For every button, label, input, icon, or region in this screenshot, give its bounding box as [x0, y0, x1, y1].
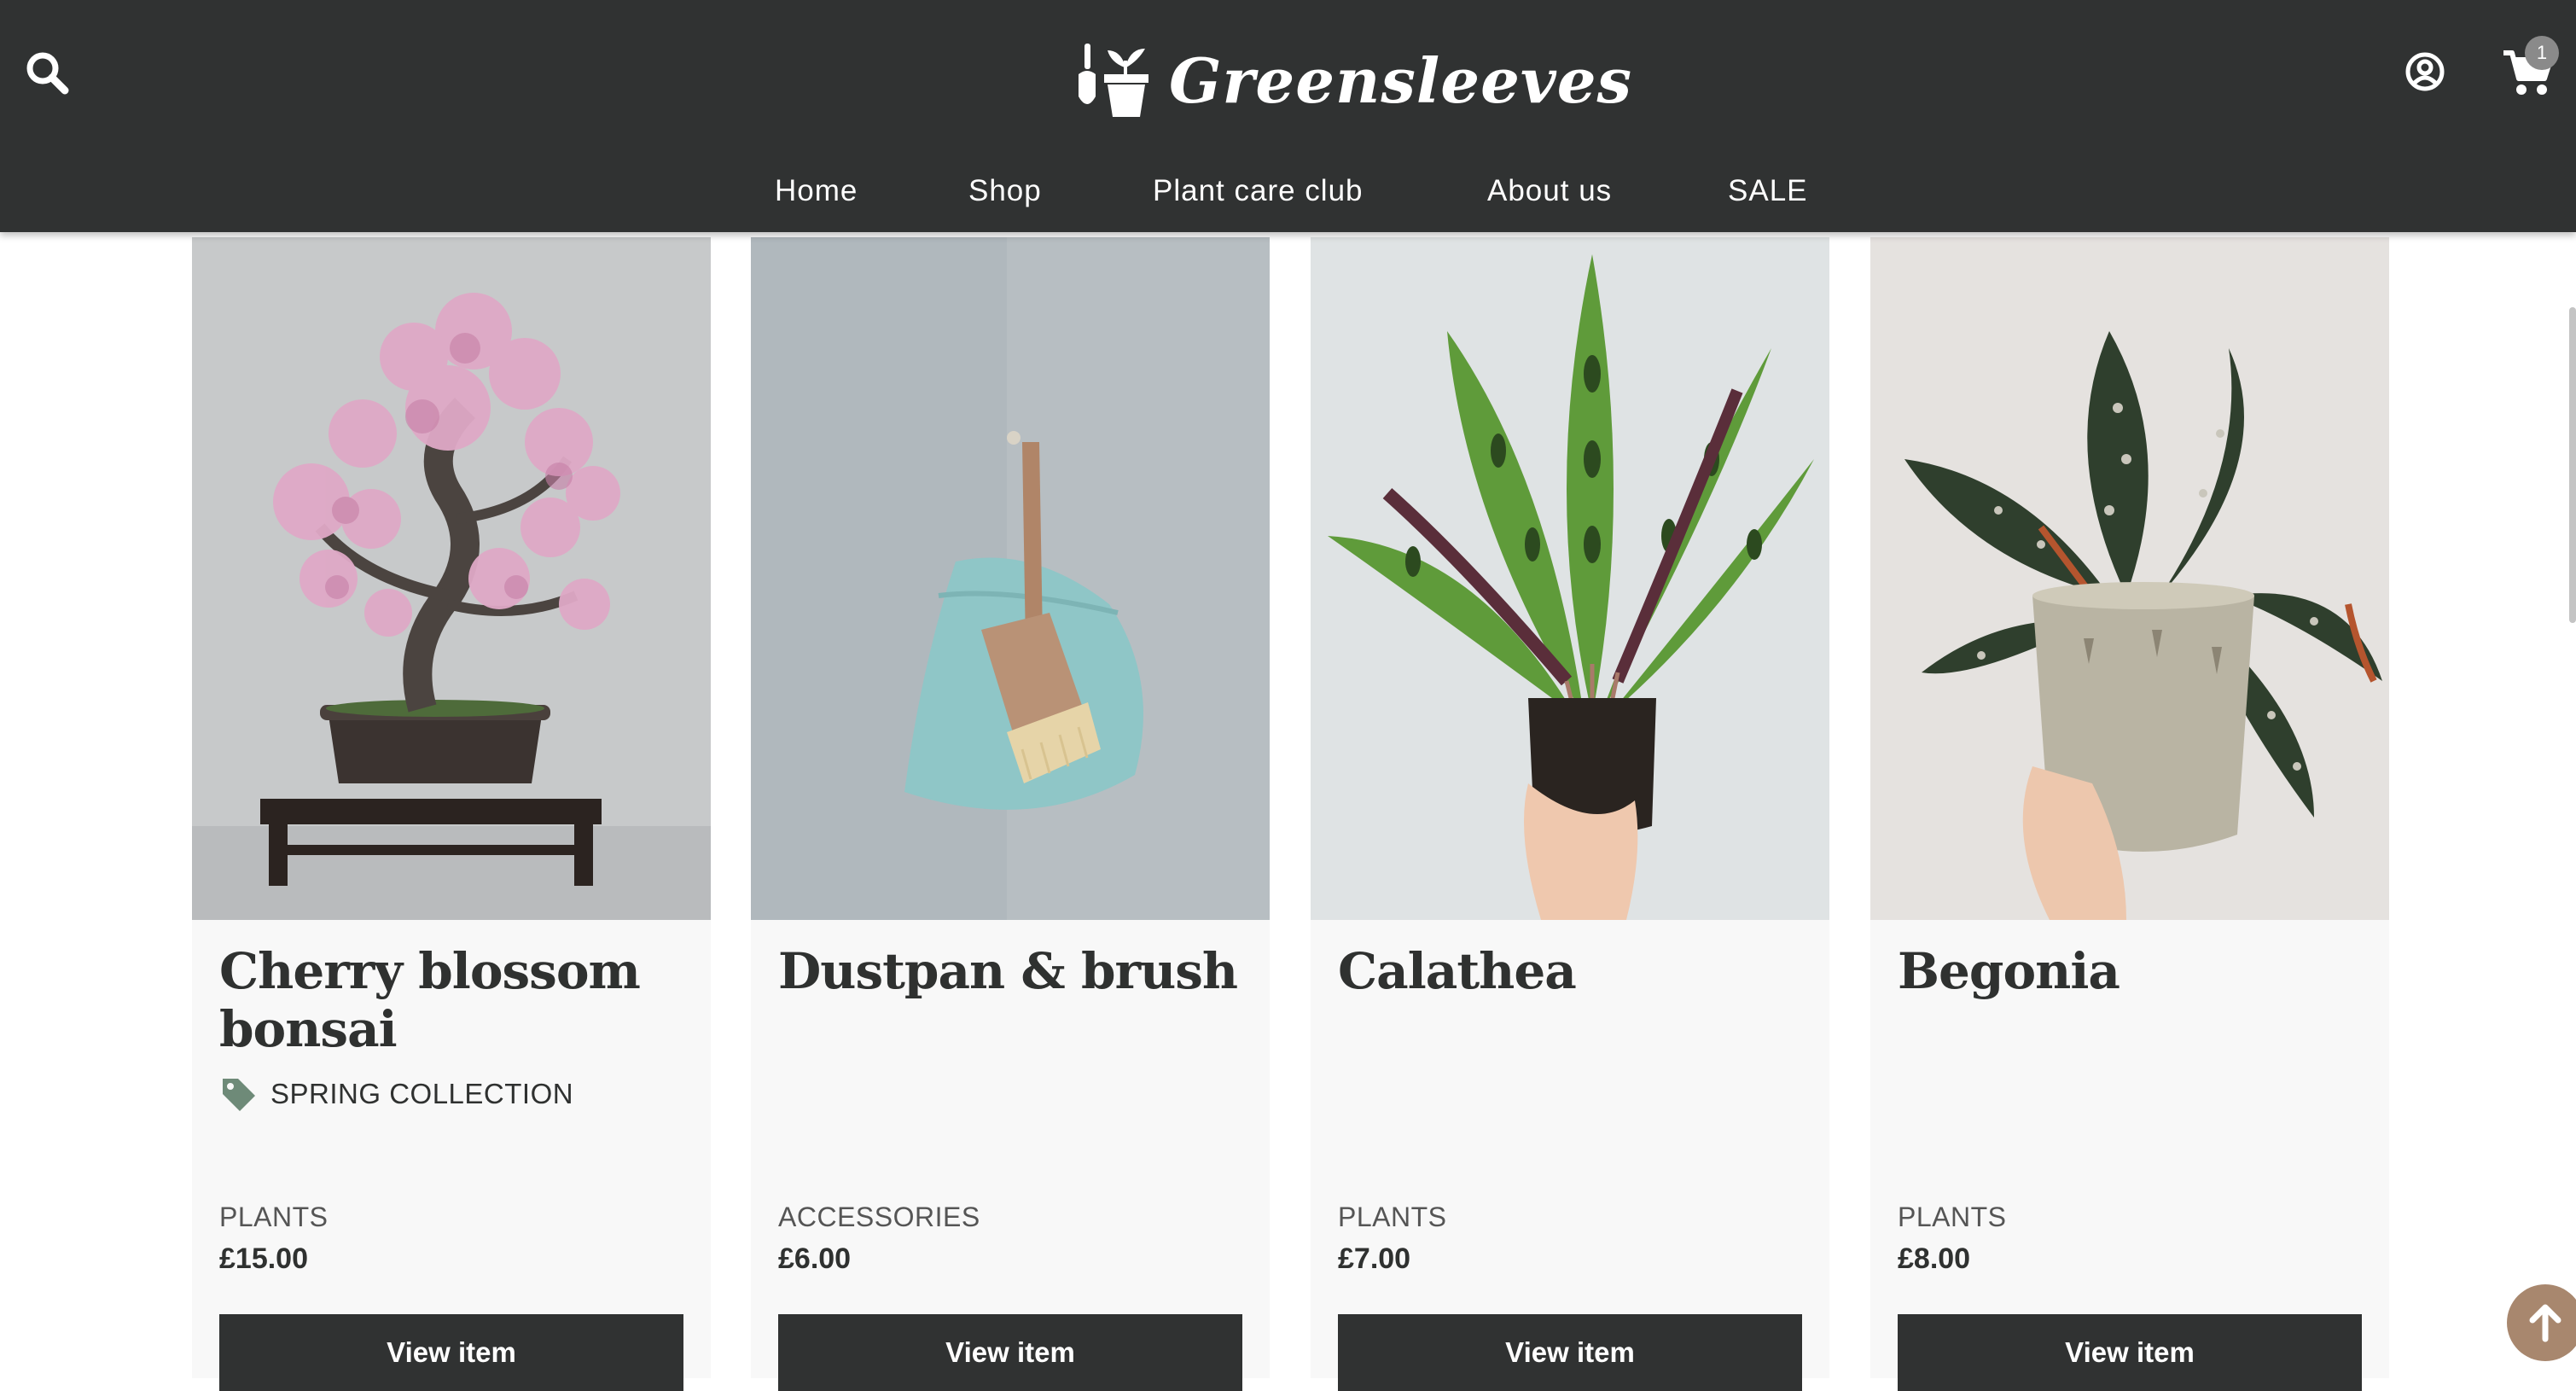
nav-home[interactable]: Home	[775, 166, 858, 217]
dustpan-and-brush-photo[interactable]	[751, 237, 1270, 920]
logo-icon	[1079, 44, 1148, 117]
brand-logo[interactable]: Greensleeves	[1077, 38, 1632, 123]
nav-plant-care-club[interactable]: Plant care club	[1153, 166, 1364, 217]
product-price: £7.00	[1338, 1243, 1411, 1275]
nav-shop[interactable]: Shop	[968, 166, 1042, 217]
tag-icon	[223, 1079, 255, 1111]
main-nav: Home Shop Plant care club About us SALE	[0, 166, 2576, 217]
product-category: PLANTS	[219, 1202, 329, 1232]
product-title[interactable]: Begonia	[1898, 942, 2375, 1000]
product-title[interactable]: Cherry blossom bonsai	[219, 942, 697, 1058]
view-item-button[interactable]: View item	[778, 1314, 1242, 1391]
product-price: £6.00	[778, 1243, 852, 1275]
product-title[interactable]: Dustpan & brush	[778, 942, 1256, 1000]
calathea-plant-photo[interactable]	[1311, 237, 1829, 920]
back-to-top-button[interactable]	[2507, 1284, 2576, 1361]
product-title[interactable]: Calathea	[1338, 942, 1816, 1000]
view-item-button[interactable]: View item	[219, 1314, 683, 1391]
product-category: PLANTS	[1338, 1202, 1447, 1232]
nav-about-us[interactable]: About us	[1487, 166, 1612, 217]
product-category: PLANTS	[1898, 1202, 2007, 1232]
cherry-blossom-bonsai-photo[interactable]	[192, 237, 711, 920]
search-icon[interactable]	[22, 48, 73, 99]
brand-name: Greensleeves	[1169, 44, 1633, 117]
nav-sale[interactable]: SALE	[1728, 166, 1808, 217]
page-scrollbar[interactable]	[2569, 307, 2576, 623]
account-icon[interactable]	[2404, 51, 2445, 92]
product-category: ACCESSORIES	[778, 1202, 980, 1232]
product-card: Calathea PLANTS £7.00 View item	[1311, 237, 1829, 1391]
site-header: Greensleeves 1 Home Shop Plant care club…	[0, 0, 2576, 232]
product-price: £15.00	[219, 1243, 308, 1275]
product-card: Begonia PLANTS £8.00 View item	[1870, 237, 2389, 1391]
product-card: Dustpan & brush ACCESSORIES £6.00 View i…	[751, 237, 1270, 1391]
product-card: Cherry blossom bonsai SPRING COLLECTION …	[192, 237, 711, 1391]
begonia-plant-photo[interactable]	[1870, 237, 2389, 920]
product-tag[interactable]: SPRING COLLECTION	[219, 1074, 573, 1115]
arrow-up-icon	[2529, 1304, 2561, 1342]
cart-count-badge: 1	[2525, 36, 2559, 70]
view-item-button[interactable]: View item	[1898, 1314, 2362, 1391]
product-tag-label: SPRING COLLECTION	[270, 1078, 574, 1109]
view-item-button[interactable]: View item	[1338, 1314, 1802, 1391]
product-price: £8.00	[1898, 1243, 1971, 1275]
